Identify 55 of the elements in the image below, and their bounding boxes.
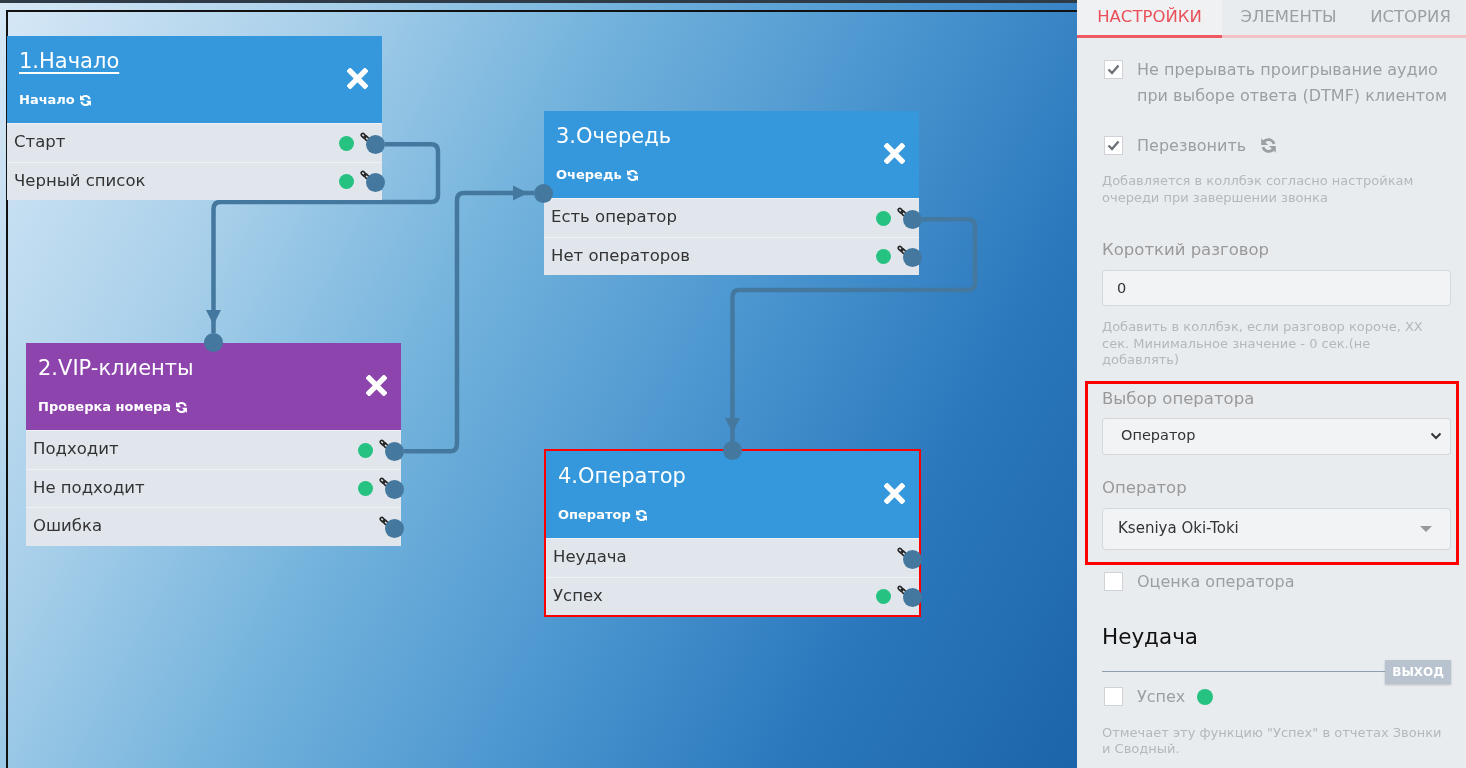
select-field[interactable]: Оператор (1102, 417, 1451, 455)
node-title[interactable]: 1.Начало (19, 48, 120, 74)
checkbox[interactable] (1104, 686, 1123, 706)
node-title[interactable]: 2.VIP-клиенты (38, 355, 194, 381)
checkbox[interactable] (1104, 60, 1123, 79)
output-port[interactable] (366, 173, 385, 193)
exit-tag: ВЫХОД (1385, 659, 1451, 684)
output-label: Подходит (33, 438, 119, 461)
output-label: Старт (14, 131, 66, 154)
output-port[interactable] (903, 549, 922, 569)
checkbox-label: Не прерывать проигрывание аудио при выборе ответа (DTMF) клиентом (1137, 59, 1448, 107)
checkbox[interactable] (1104, 571, 1123, 591)
output-label: Черный список (14, 169, 146, 192)
output-label: Успех (553, 584, 603, 607)
output-label: Неудача (553, 546, 627, 569)
field-label: Выбор оператора (1102, 387, 1256, 410)
output-port[interactable] (903, 248, 922, 268)
output-port[interactable] (385, 518, 404, 538)
checkbox-label: Оценка оператора (1137, 570, 1295, 593)
output-port[interactable] (366, 134, 385, 154)
node-title[interactable]: 3.Очередь (556, 123, 672, 149)
output-port[interactable] (903, 209, 922, 229)
refresh-icon[interactable] (78, 93, 92, 107)
field-label: Оператор (1102, 476, 1188, 499)
caret-down-icon (1420, 525, 1432, 532)
node-type-label: Оператор (558, 507, 631, 523)
output-port[interactable] (385, 441, 404, 461)
refresh-icon[interactable] (634, 508, 648, 522)
node-type-label: Очередь (556, 167, 622, 183)
panel-tab[interactable]: ЭЛЕМЕНТЫ (1222, 0, 1355, 38)
refresh-icon[interactable] (175, 400, 189, 414)
combobox-field[interactable]: Kseniya Oki-Toki (1102, 507, 1451, 550)
output-port[interactable] (903, 588, 922, 608)
close-icon[interactable] (884, 143, 905, 164)
close-icon[interactable] (366, 375, 387, 396)
checkbox-label: Перезвонить (1137, 135, 1247, 157)
output-label: Ошибка (33, 515, 103, 538)
checkbox-label: Успех (1137, 685, 1186, 708)
chevron-down-icon (1430, 432, 1442, 440)
field-label: Короткий разговор (1102, 239, 1271, 261)
checkbox[interactable] (1104, 136, 1123, 155)
panel-tab[interactable]: ИСТОРИЯ (1355, 0, 1466, 38)
panel-tab[interactable]: НАСТРОЙКИ (1077, 0, 1222, 38)
output-label: Есть оператор (551, 206, 677, 229)
close-icon[interactable] (347, 68, 368, 89)
output-label: Не подходит (33, 476, 145, 499)
node-title[interactable]: 4.Оператор (558, 463, 686, 489)
close-icon[interactable] (884, 483, 905, 504)
section-heading: Неудача (1102, 622, 1200, 651)
output-port[interactable] (385, 480, 404, 500)
node-type-label: Начало (19, 92, 75, 108)
output-label: Нет операторов (551, 244, 691, 267)
refresh-icon[interactable] (625, 168, 639, 182)
node-type-label: Проверка номера (38, 399, 172, 415)
number-input[interactable]: 0 (1102, 270, 1451, 306)
